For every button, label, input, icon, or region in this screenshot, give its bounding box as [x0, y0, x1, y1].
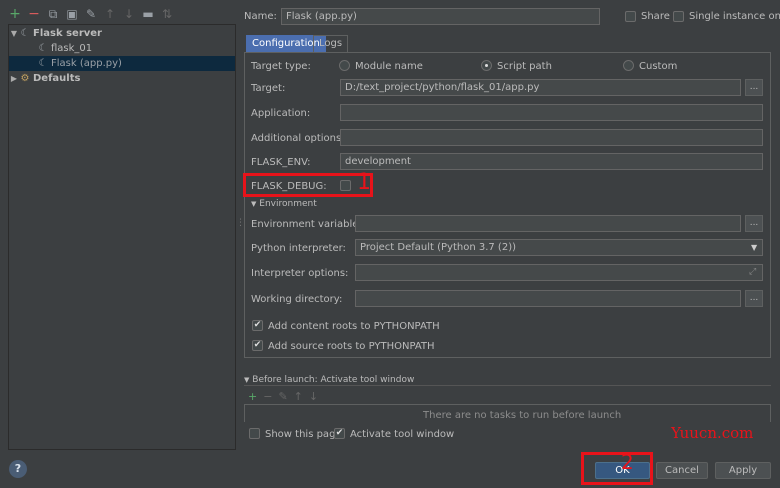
annotation-number-2: 2	[621, 450, 634, 474]
tree-item-flask-app[interactable]: ☾ Flask (app.py)	[9, 56, 235, 71]
annotation-box-2	[581, 452, 653, 485]
chevron-down-icon[interactable]: ▼	[751, 243, 757, 252]
annotation-box-1	[243, 173, 373, 197]
collapse-arrow-icon: ▼	[244, 376, 250, 384]
activate-tool-window-checkbox[interactable]: ✔	[334, 428, 345, 439]
interpreter-options-label: Interpreter options:	[251, 268, 349, 279]
env-vars-input[interactable]	[355, 215, 741, 232]
application-label: Application:	[251, 108, 311, 119]
additional-options-input[interactable]	[340, 129, 763, 146]
save-icon[interactable]: ▣	[65, 7, 79, 21]
show-this-page-label: Show this page	[265, 429, 342, 440]
flask-icon: ☾	[20, 27, 30, 39]
module-name-label: Module name	[355, 61, 423, 72]
cancel-button[interactable]: Cancel	[656, 462, 708, 479]
help-icon[interactable]: ?	[9, 460, 27, 478]
remove-icon[interactable]: −	[27, 6, 41, 22]
run-config-tree: ▼ ☾ Flask server ☾ flask_01 ☾ Flask (app…	[8, 24, 236, 450]
flask-icon: ☾	[38, 42, 48, 54]
script-path-radio[interactable]	[481, 60, 492, 71]
collapse-arrow-icon[interactable]: ▶	[9, 74, 19, 83]
configuration-panel	[244, 52, 771, 358]
tree-item-label: Flask (app.py)	[51, 58, 122, 69]
tree-defaults-label: Defaults	[33, 73, 81, 84]
collapse-arrow-icon: ▼	[251, 200, 257, 208]
show-this-page-checkbox[interactable]	[249, 428, 260, 439]
target-type-label: Target type:	[251, 61, 311, 72]
tree-item-flask-01[interactable]: ☾ flask_01	[9, 41, 235, 56]
name-label: Name:	[244, 11, 277, 22]
python-interpreter-value: Project Default (Python 3.7 (2))	[360, 242, 517, 253]
toolbar: + − ⧉ ▣ ✎ ↑ ↓ ▬ ⇅	[8, 6, 174, 22]
tab-logs[interactable]: Logs	[313, 35, 349, 52]
single-instance-label: Single instance only	[689, 11, 780, 22]
additional-options-label: Additional options:	[251, 133, 345, 144]
working-directory-browse-button[interactable]: ...	[745, 290, 763, 307]
edit-defaults-icon[interactable]: ✎	[84, 7, 98, 21]
script-path-label: Script path	[497, 61, 552, 72]
move-up-icon[interactable]: ↑	[103, 7, 117, 21]
add-content-roots-label: Add content roots to PYTHONPATH	[268, 321, 440, 332]
before-launch-toolbar: + − ✎ ↑ ↓	[248, 390, 318, 403]
working-directory-input[interactable]	[355, 290, 741, 307]
move-down-icon[interactable]: ↓	[122, 7, 136, 21]
sort-icon[interactable]: ⇅	[160, 7, 174, 21]
expand-arrow-icon[interactable]: ▼	[9, 29, 19, 38]
target-label: Target:	[251, 83, 286, 94]
env-vars-label: Environment variables:	[251, 219, 367, 230]
add-source-roots-checkbox[interactable]: ✔	[252, 340, 263, 351]
add-source-roots-label: Add source roots to PYTHONPATH	[268, 341, 435, 352]
custom-label: Custom	[639, 61, 678, 72]
add-task-icon[interactable]: +	[248, 390, 257, 403]
module-name-radio[interactable]	[339, 60, 350, 71]
tree-group-label: Flask server	[33, 28, 102, 39]
flask-env-label: FLASK_ENV:	[251, 157, 311, 168]
target-input[interactable]: D:/text_project/python/flask_01/app.py	[340, 79, 741, 96]
share-label: Share	[641, 11, 670, 22]
copy-icon[interactable]: ⧉	[46, 7, 60, 21]
flask-icon: ☾	[38, 57, 48, 69]
target-browse-button[interactable]: ...	[745, 79, 763, 96]
annotation-number-1: 1	[357, 170, 371, 195]
edit-task-icon[interactable]: ✎	[278, 390, 287, 403]
env-vars-browse-button[interactable]: ...	[745, 215, 763, 232]
application-input[interactable]	[340, 104, 763, 121]
tree-group-flask-server[interactable]: ▼ ☾ Flask server	[9, 26, 235, 41]
python-interpreter-select[interactable]: Project Default (Python 3.7 (2))	[355, 239, 763, 256]
move-down-icon[interactable]: ↓	[309, 390, 318, 403]
apply-button[interactable]: Apply	[715, 462, 771, 479]
divider	[244, 385, 771, 386]
tree-defaults[interactable]: ▶ ⚙ Defaults	[9, 71, 235, 86]
share-checkbox[interactable]	[625, 11, 636, 22]
environment-label: Environment	[259, 199, 317, 209]
single-instance-checkbox[interactable]	[673, 11, 684, 22]
environment-section[interactable]: ▼ Environment	[251, 199, 317, 209]
flask-env-input[interactable]: development	[340, 153, 763, 170]
expand-icon[interactable]: ⤢	[749, 267, 756, 277]
custom-radio[interactable]	[623, 60, 634, 71]
name-input[interactable]: Flask (app.py)	[281, 8, 600, 25]
working-directory-label: Working directory:	[251, 294, 343, 305]
python-interpreter-label: Python interpreter:	[251, 243, 346, 254]
add-content-roots-checkbox[interactable]: ✔	[252, 320, 263, 331]
move-up-icon[interactable]: ↑	[294, 390, 303, 403]
before-launch-section[interactable]: ▼ Before launch: Activate tool window	[244, 375, 414, 385]
before-launch-empty-text: There are no tasks to run before launch	[423, 410, 622, 421]
folder-icon[interactable]: ▬	[141, 7, 155, 21]
watermark: Yuucn.com	[671, 424, 754, 442]
remove-task-icon[interactable]: −	[263, 390, 272, 403]
tree-item-label: flask_01	[51, 43, 93, 54]
interpreter-options-input[interactable]	[355, 264, 763, 281]
add-icon[interactable]: +	[8, 6, 22, 22]
before-launch-title: Before launch: Activate tool window	[252, 375, 415, 385]
activate-tool-window-label: Activate tool window	[350, 429, 455, 440]
defaults-icon: ⚙	[20, 72, 30, 84]
